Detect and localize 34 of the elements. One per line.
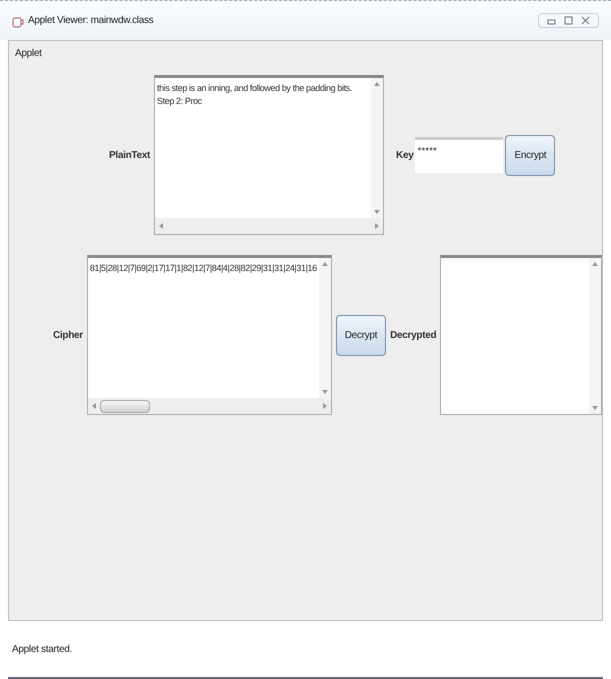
menu-item[interactable]: Applet: [15, 46, 42, 60]
horizontal-scrollbar[interactable]: [155, 218, 384, 234]
field-label: Decrypted: [390, 328, 436, 342]
up-arrow-icon[interactable]: [374, 82, 380, 86]
text-line: this step is an inning, and followed by the padding bits.: [157, 82, 353, 95]
text-line: Step 2: Proc: [157, 95, 203, 108]
right-arrow-icon[interactable]: [322, 403, 327, 409]
plaintext-area[interactable]: this step is an inning, and followed by the padding bits. Step 2: Proc: [154, 75, 384, 235]
horizontal-scrollbar[interactable]: [88, 398, 331, 414]
close-icon[interactable]: [581, 16, 590, 25]
maximize-icon[interactable]: [564, 16, 573, 25]
left-arrow-icon[interactable]: [92, 403, 96, 409]
decrypt-button[interactable]: Decrypt: [336, 314, 386, 356]
encrypt-button[interactable]: Encrypt: [505, 134, 556, 176]
decrypted-area[interactable]: [440, 255, 602, 415]
right-arrow-icon[interactable]: [375, 223, 380, 229]
text-line: 81|5|28|12|7|69|2|17|17|1|82|12|7|84|4|28|82|29|31|31|24|31|16: [90, 262, 317, 275]
scrollbar-thumb[interactable]: [100, 400, 150, 412]
vertical-scrollbar[interactable]: [589, 258, 601, 414]
down-arrow-icon[interactable]: [322, 390, 328, 394]
up-arrow-icon[interactable]: [592, 262, 598, 266]
key-field[interactable]: *****: [415, 137, 504, 173]
vertical-scrollbar[interactable]: [371, 78, 384, 218]
field-label: PlainText: [109, 148, 150, 162]
field-label: Key: [396, 148, 414, 162]
left-arrow-icon[interactable]: [159, 223, 164, 229]
field-label: Cipher: [53, 328, 83, 342]
up-arrow-icon[interactable]: [322, 262, 328, 266]
cipher-area[interactable]: 81|5|28|12|7|69|2|17|17|1|82|12|7|84|4|28|82|29|31|31|24|31|16: [86, 255, 332, 415]
window-title: Applet Viewer: mainwdw.class: [28, 14, 154, 28]
vertical-scrollbar[interactable]: [318, 258, 331, 398]
down-arrow-icon[interactable]: [592, 406, 598, 410]
down-arrow-icon[interactable]: [374, 210, 380, 214]
status-text: Applet started.: [12, 642, 72, 656]
